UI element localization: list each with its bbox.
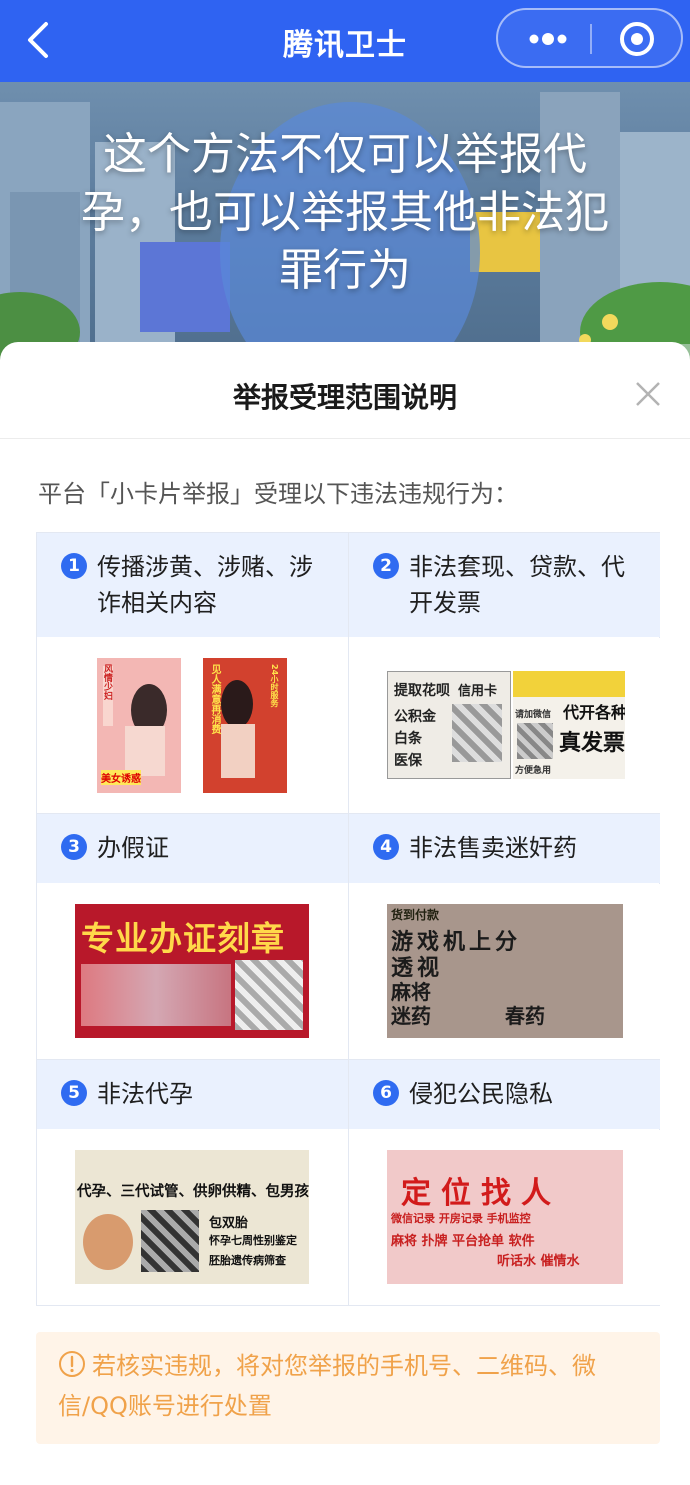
card-text: 请加微信 bbox=[515, 710, 552, 720]
category-header-5: 5 非法代孕 bbox=[37, 1060, 348, 1129]
example-card: 代开各种 真发票 请加微信 方便急用 bbox=[513, 671, 625, 779]
category-header-4: 4 非法售卖迷奸药 bbox=[349, 814, 660, 883]
notice-banner: 若核实违规，将对您举报的手机号、二维码、微信/QQ账号进行处置 bbox=[36, 1332, 660, 1444]
baby-photo bbox=[83, 1214, 133, 1270]
category-label: 非法套现、贷款、代 bbox=[409, 553, 625, 581]
example-card: 代孕、三代试管、供卵供精、包男孩 包双胎 怀孕七周性别鉴定 胚胎遗传病筛查 bbox=[75, 1150, 309, 1284]
card-text: 公积金 bbox=[394, 709, 436, 725]
example-image-cell-5: 代孕、三代试管、供卵供精、包男孩 包双胎 怀孕七周性别鉴定 胚胎遗传病筛查 bbox=[37, 1130, 348, 1305]
top-nav-bar: 腾讯卫士 bbox=[0, 0, 690, 82]
category-label: 开发票 bbox=[409, 589, 481, 617]
card-text: 定位找人 bbox=[401, 1176, 561, 1211]
card-text: 专业办证刻章 bbox=[81, 919, 285, 958]
card-text: 方便急用 bbox=[515, 766, 552, 776]
notice-text: 若核实违规，将对您举报的手机号、二维码、微信/QQ账号进行处置 bbox=[58, 1352, 596, 1420]
card-text: 微信记录 开房记录 手机监控 bbox=[391, 1212, 531, 1225]
number-badge: 6 bbox=[373, 1080, 399, 1106]
target-circle-icon[interactable] bbox=[616, 18, 658, 60]
sheet-title: 举报受理范围说明 bbox=[232, 381, 457, 414]
category-label: 侵犯公民隐私 bbox=[409, 1080, 553, 1108]
card-text: 春药 bbox=[505, 1004, 545, 1028]
card-text: 提取花呗 bbox=[394, 683, 450, 699]
example-card: 专业办证刻章 bbox=[75, 904, 309, 1038]
card-text: 信用卡 bbox=[458, 684, 498, 699]
category-label: 非法代孕 bbox=[97, 1080, 193, 1108]
example-image-cell-4: 货到付款 游戏机上分 透视 麻将 迷药 春药 bbox=[349, 884, 660, 1059]
example-card: 定位找人 微信记录 开房记录 手机监控 麻将 扑牌 平台抢单 软件 听话水 催情… bbox=[387, 1150, 623, 1284]
blurred-qr-code bbox=[141, 1210, 199, 1272]
example-card: 货到付款 游戏机上分 透视 麻将 迷药 春药 bbox=[387, 904, 623, 1038]
number-badge: 2 bbox=[373, 553, 399, 579]
card-text: 24小时服务 bbox=[270, 664, 279, 708]
blurred-qr-code bbox=[235, 960, 303, 1030]
category-header-2: 2 非法套现、贷款、代 开发票 bbox=[349, 533, 660, 637]
card-text: 麻将 扑牌 平台抢单 软件 bbox=[391, 1234, 535, 1249]
number-badge: 3 bbox=[61, 834, 87, 860]
example-image-cell-2: 提取花呗 信用卡 公积金 白条 医保 代开各种 真发票 请加微信 方便急用 bbox=[349, 638, 660, 813]
hero-banner: 这个方法不仅可以举报代孕，也可以举报其他非法犯罪行为 bbox=[0, 82, 690, 362]
card-text: 美女诱惑 bbox=[101, 770, 141, 785]
example-card: 风情少妇 美女诱惑 bbox=[97, 658, 181, 793]
intro-text: 平台「小卡片举报」受理以下违法违规行为： bbox=[38, 480, 518, 508]
card-text: 风情少妇 bbox=[102, 664, 112, 700]
hero-headline: 这个方法不仅可以举报代孕，也可以举报其他非法犯罪行为 bbox=[81, 129, 609, 296]
example-image-cell-6: 定位找人 微信记录 开房记录 手机监控 麻将 扑牌 平台抢单 软件 听话水 催情… bbox=[349, 1130, 660, 1305]
blurred-qr-code bbox=[452, 704, 502, 762]
report-scope-sheet: 举报受理范围说明 平台「小卡片举报」受理以下违法违规行为： 1 传播涉黄、涉赌、… bbox=[0, 342, 690, 1485]
card-text: 听话水 催情水 bbox=[497, 1254, 580, 1269]
category-label: 传播涉黄、涉赌、涉 bbox=[97, 553, 313, 581]
blurred-qr-code bbox=[517, 723, 553, 759]
category-header-1: 1 传播涉黄、涉赌、涉 诈相关内容 bbox=[37, 533, 348, 637]
card-text: 怀孕七周性别鉴定 bbox=[209, 1234, 297, 1247]
card-text: 真发票 bbox=[559, 731, 625, 756]
yellow-strip bbox=[513, 671, 625, 697]
capsule-divider bbox=[590, 24, 592, 54]
close-icon[interactable] bbox=[630, 376, 666, 412]
category-label: 非法售卖迷奸药 bbox=[409, 834, 577, 862]
card-text: 白条 bbox=[394, 731, 422, 747]
example-image-cell-3: 专业办证刻章 bbox=[37, 884, 348, 1059]
grid-line bbox=[348, 533, 349, 1305]
category-label: 诈相关内容 bbox=[97, 589, 217, 617]
blurred-phone-number bbox=[81, 964, 231, 1026]
card-text: 货到付款 bbox=[391, 908, 440, 922]
number-badge: 5 bbox=[61, 1080, 87, 1106]
card-text: 医保 bbox=[394, 753, 422, 769]
more-dots-icon[interactable] bbox=[518, 18, 578, 60]
example-card: 提取花呗 信用卡 公积金 白条 医保 bbox=[387, 671, 511, 779]
category-header-6: 6 侵犯公民隐私 bbox=[349, 1060, 660, 1129]
category-grid: 1 传播涉黄、涉赌、涉 诈相关内容 2 非法套现、贷款、代 开发票 风情少妇 美… bbox=[36, 532, 660, 1306]
category-label: 办假证 bbox=[97, 834, 169, 862]
example-image-cell-1: 风情少妇 美女诱惑 见人满意再消费 24小时服务 bbox=[37, 638, 348, 813]
card-text: 胚胎遗传病筛查 bbox=[209, 1254, 286, 1267]
card-text: 见人满意再消费 bbox=[209, 664, 220, 734]
card-text: 迷药 bbox=[391, 1004, 431, 1028]
number-badge: 1 bbox=[61, 553, 87, 579]
mini-program-capsule bbox=[496, 8, 683, 68]
example-card: 见人满意再消费 24小时服务 bbox=[203, 658, 287, 793]
card-text: 代开各种 bbox=[563, 703, 625, 722]
number-badge: 4 bbox=[373, 834, 399, 860]
card-text: 代孕、三代试管、供卵供精、包男孩 bbox=[77, 1184, 309, 1200]
category-header-3: 3 办假证 bbox=[37, 814, 348, 883]
card-text: 包双胎 bbox=[209, 1216, 249, 1231]
sheet-divider bbox=[0, 438, 690, 439]
